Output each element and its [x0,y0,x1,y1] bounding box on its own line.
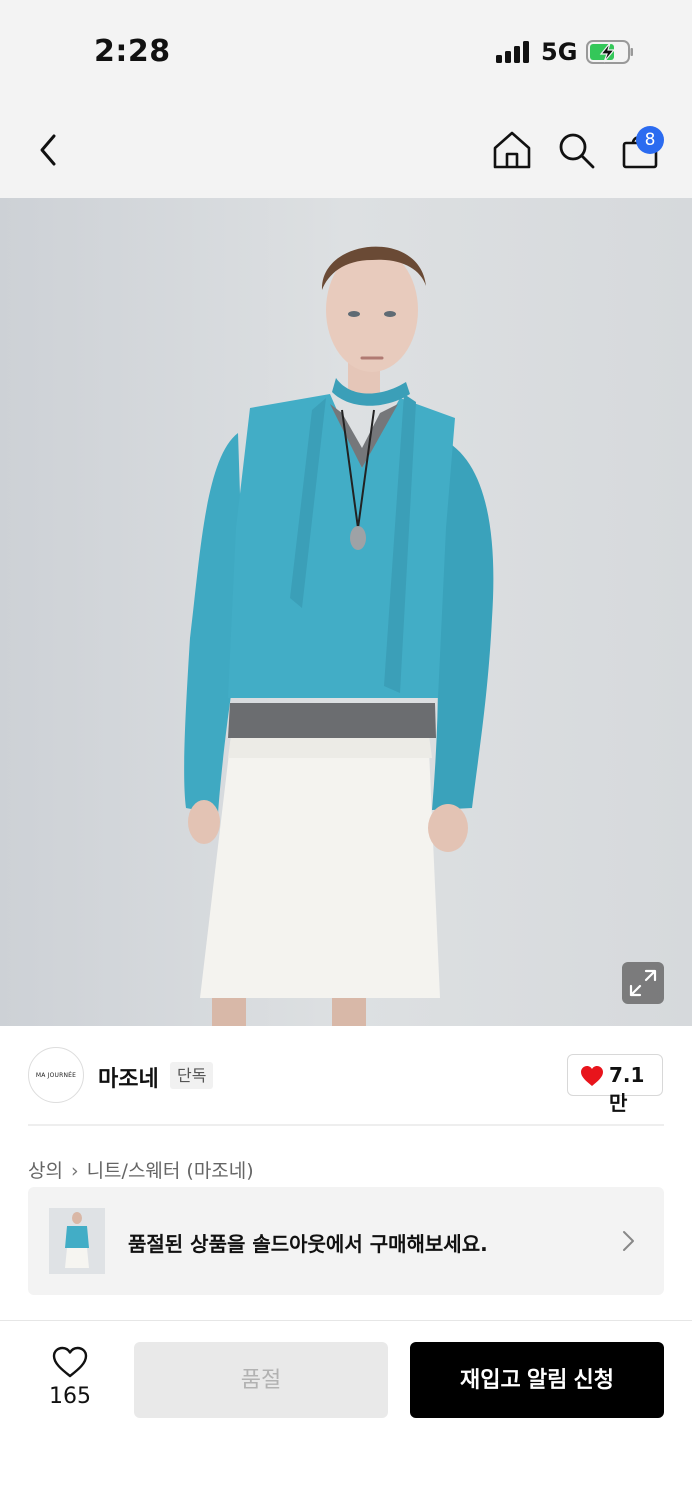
search-icon[interactable] [556,130,596,170]
network-type: 5G [541,38,578,66]
battery-charging-icon [586,40,633,64]
top-nav [0,100,692,198]
brand-name[interactable]: 마조네 [98,1061,159,1093]
soldout-banner-text: 품절된 상품을 솔드아웃에서 구매해보세요. [128,1232,488,1256]
status-bar: 2:28 5G [0,0,692,100]
cart-count-badge: 8 [636,126,664,154]
breadcrumb: 상의 › 니트/스웨터 (마조네) [28,1156,254,1183]
brand-like-count: 7.1만 [609,1063,645,1115]
heart-icon [581,1066,603,1086]
home-icon[interactable] [492,130,532,170]
soldout-banner[interactable]: 품절된 상품을 솔드아웃에서 구매해보세요. [28,1187,664,1295]
signal-bars-icon [496,41,529,63]
status-time: 2:28 [94,34,171,69]
chevron-left-icon[interactable] [34,130,64,170]
restock-alert-button[interactable]: 재입고 알림 신청 [410,1342,664,1418]
expand-icon[interactable] [622,962,664,1004]
model-illustration [0,198,692,1026]
breadcrumb-item-subcategory[interactable]: 니트/스웨터 (마조네) [87,1156,254,1183]
brand-like-button[interactable]: 7.1만 [567,1054,663,1115]
chevron-right-icon: › [70,1160,79,1182]
product-detail-page: 2:28 5G 8 MA JOURNÉE 마조네 단독 7.1만 상의 › 니트… [0,0,692,1500]
chevron-right-icon [623,1231,634,1251]
breadcrumb-item-category[interactable]: 상의 [28,1156,63,1183]
soldout-button: 품절 [134,1342,388,1418]
product-image[interactable] [0,198,692,1026]
brand-logo[interactable]: MA JOURNÉE [28,1047,84,1103]
divider [28,1124,664,1126]
banner-thumbnail [49,1208,105,1274]
brand-logo-text: MA JOURNÉE [35,1071,77,1079]
exclusive-tag: 단독 [170,1062,214,1089]
wish-count: 165 [49,1384,91,1409]
heart-outline-icon[interactable] [52,1346,88,1378]
